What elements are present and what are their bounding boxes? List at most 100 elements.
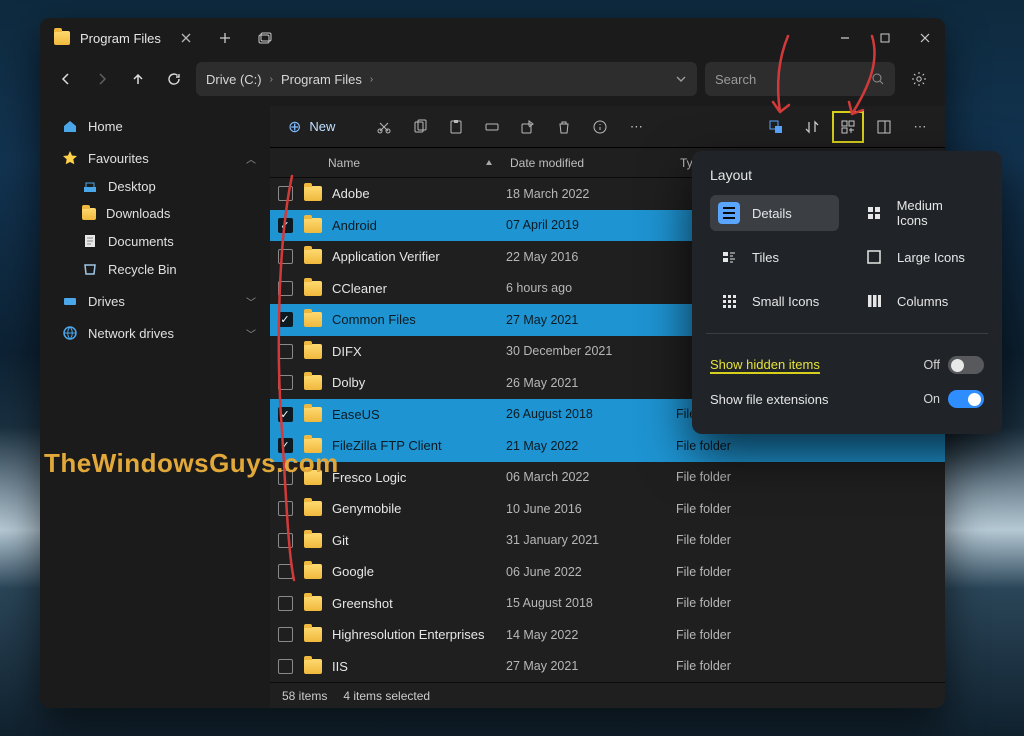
folder-icon xyxy=(304,533,322,548)
sidebar-item-recycle-bin[interactable]: Recycle Bin xyxy=(44,255,266,283)
rename-button[interactable] xyxy=(477,112,507,142)
row-checkbox[interactable]: ✓ xyxy=(270,407,300,422)
sidebar-item-home[interactable]: Home xyxy=(44,112,266,140)
overflow-button[interactable]: ⋯ xyxy=(905,112,935,142)
file-date: 10 June 2016 xyxy=(506,502,676,516)
file-name: DIFX xyxy=(332,344,362,359)
row-checkbox[interactable]: ✓ xyxy=(270,218,300,233)
file-name: Dolby xyxy=(332,375,365,390)
table-row[interactable]: Greenshot15 August 2018File folder xyxy=(270,588,945,620)
paste-button[interactable] xyxy=(441,112,471,142)
toolbar: ⊕ New ⋯ ⋯ xyxy=(270,106,945,148)
sidebar-item-network[interactable]: Network drives ﹀ xyxy=(44,319,266,347)
file-date: 27 May 2021 xyxy=(506,659,676,673)
column-date[interactable]: Date modified xyxy=(510,156,680,170)
layout-option-medium-icons[interactable]: Medium Icons xyxy=(855,195,984,231)
chevron-down-icon[interactable] xyxy=(675,73,687,85)
layout-option-label: Tiles xyxy=(752,250,779,265)
file-name: CCleaner xyxy=(332,281,387,296)
preview-pane-button[interactable] xyxy=(869,112,899,142)
sidebar-item-label: Desktop xyxy=(108,179,156,194)
item-icon xyxy=(82,233,98,249)
forward-button[interactable] xyxy=(88,65,116,93)
row-checkbox[interactable] xyxy=(270,596,300,611)
table-row[interactable]: Highresolution Enterprises14 May 2022Fil… xyxy=(270,619,945,651)
toggle-off[interactable] xyxy=(948,356,984,374)
copy-button[interactable] xyxy=(405,112,435,142)
row-checkbox[interactable] xyxy=(270,344,300,359)
table-row[interactable]: Fresco Logic06 March 2022File folder xyxy=(270,462,945,494)
sidebar-item-label: Documents xyxy=(108,234,174,249)
share-button[interactable] xyxy=(513,112,543,142)
row-checkbox[interactable] xyxy=(270,627,300,642)
breadcrumb-seg[interactable]: Drive (C:) xyxy=(206,72,262,87)
column-name[interactable]: Name xyxy=(270,156,510,170)
file-date: 26 August 2018 xyxy=(506,407,676,421)
tab-overview-icon[interactable] xyxy=(245,18,285,58)
back-button[interactable] xyxy=(52,65,80,93)
row-checkbox[interactable] xyxy=(270,281,300,296)
layout-glyph-icon xyxy=(718,290,740,312)
toggle-on[interactable] xyxy=(948,390,984,408)
minimize-button[interactable] xyxy=(825,18,865,58)
new-button[interactable]: ⊕ New xyxy=(280,113,343,141)
star-icon xyxy=(62,150,78,166)
show-hidden-row[interactable]: Show hidden items Off xyxy=(710,348,984,382)
sidebar-item-downloads[interactable]: Downloads xyxy=(44,200,266,227)
table-row[interactable]: Genymobile10 June 2016File folder xyxy=(270,493,945,525)
show-extensions-row[interactable]: Show file extensions On xyxy=(710,382,984,416)
row-checkbox[interactable] xyxy=(270,501,300,516)
delete-button[interactable] xyxy=(549,112,579,142)
sidebar-item-desktop[interactable]: Desktop xyxy=(44,172,266,200)
layout-option-columns[interactable]: Columns xyxy=(855,283,984,319)
row-checkbox[interactable] xyxy=(270,186,300,201)
close-window-button[interactable] xyxy=(905,18,945,58)
sort-button[interactable] xyxy=(797,112,827,142)
layout-option-small-icons[interactable]: Small Icons xyxy=(710,283,839,319)
breadcrumb-seg[interactable]: Program Files xyxy=(281,72,362,87)
layout-option-label: Small Icons xyxy=(752,294,819,309)
cut-button[interactable] xyxy=(369,112,399,142)
file-type: File folder xyxy=(676,596,945,610)
file-type: File folder xyxy=(676,565,945,579)
up-button[interactable] xyxy=(124,65,152,93)
sidebar-item-favourites[interactable]: Favourites ︿ xyxy=(44,144,266,172)
show-extensions-state: On xyxy=(923,392,940,406)
row-checkbox[interactable] xyxy=(270,375,300,390)
select-mode-button[interactable] xyxy=(761,112,791,142)
row-checkbox[interactable] xyxy=(270,533,300,548)
table-row[interactable]: ✓FileZilla FTP Client21 May 2022File fol… xyxy=(270,430,945,462)
row-checkbox[interactable] xyxy=(270,564,300,579)
refresh-button[interactable] xyxy=(160,65,188,93)
row-checkbox[interactable] xyxy=(270,249,300,264)
layout-option-large-icons[interactable]: Large Icons xyxy=(855,239,984,275)
table-row[interactable]: Git31 January 2021File folder xyxy=(270,525,945,557)
sidebar-item-documents[interactable]: Documents xyxy=(44,227,266,255)
breadcrumb[interactable]: Drive (C:) › Program Files › xyxy=(196,62,697,96)
row-checkbox[interactable]: ✓ xyxy=(270,312,300,327)
settings-button[interactable] xyxy=(903,62,935,96)
layout-option-tiles[interactable]: Tiles xyxy=(710,239,839,275)
properties-button[interactable] xyxy=(585,112,615,142)
file-type: File folder xyxy=(676,628,945,642)
row-checkbox[interactable] xyxy=(270,659,300,674)
table-row[interactable]: Google06 June 2022File folder xyxy=(270,556,945,588)
more-button[interactable]: ⋯ xyxy=(621,112,651,142)
sidebar-item-label: Drives xyxy=(88,294,125,309)
maximize-button[interactable] xyxy=(865,18,905,58)
folder-icon xyxy=(304,375,322,390)
window-tab[interactable]: Program Files xyxy=(40,18,205,58)
file-date: 14 May 2022 xyxy=(506,628,676,642)
new-tab-button[interactable] xyxy=(205,18,245,58)
table-row[interactable]: IIS27 May 2021File folder xyxy=(270,651,945,683)
close-tab-icon[interactable] xyxy=(181,33,191,43)
folder-icon xyxy=(304,312,322,327)
search-input[interactable]: Search xyxy=(705,62,895,96)
sidebar-item-drives[interactable]: Drives ﹀ xyxy=(44,287,266,315)
layout-option-details[interactable]: Details xyxy=(710,195,839,231)
folder-icon xyxy=(304,281,322,296)
layout-button[interactable] xyxy=(833,112,863,142)
search-placeholder: Search xyxy=(715,72,756,87)
file-date: 31 January 2021 xyxy=(506,533,676,547)
sidebar-item-label: Downloads xyxy=(106,206,170,221)
